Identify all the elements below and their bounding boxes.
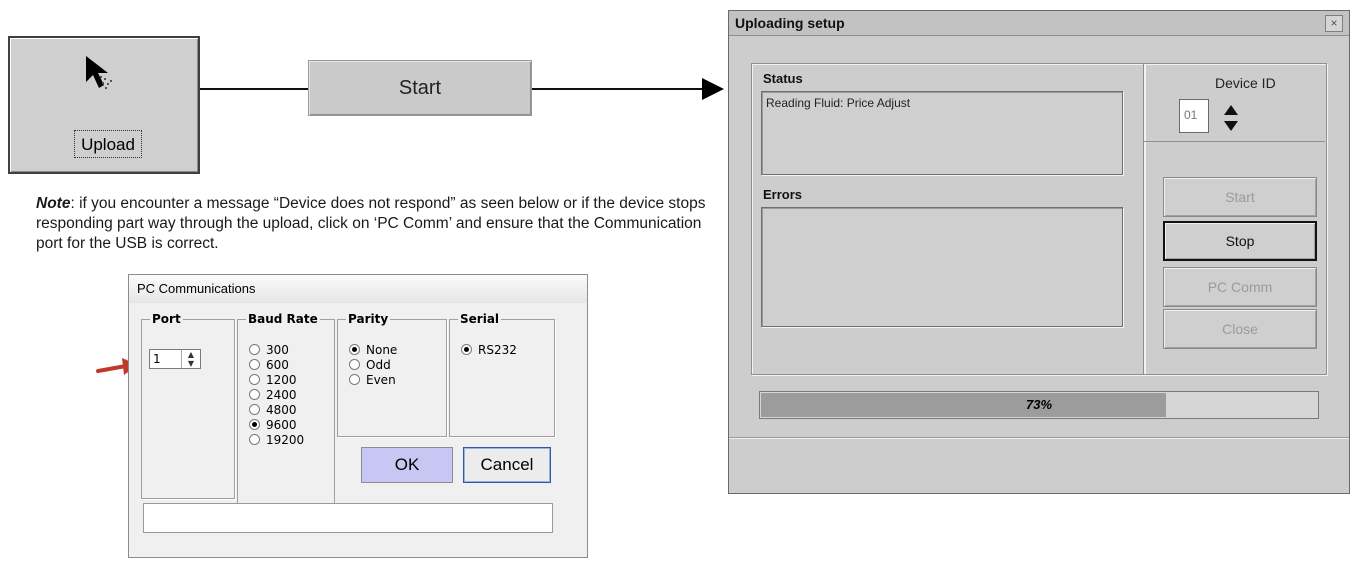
upload-start-button[interactable]: Start — [1163, 177, 1317, 217]
baud-option-300[interactable]: 300 — [249, 343, 289, 358]
ok-button[interactable]: OK — [361, 447, 453, 483]
port-group: Port — [141, 312, 235, 499]
upload-button-label: Upload — [74, 130, 142, 158]
divider — [1143, 141, 1325, 142]
radio-button[interactable] — [249, 389, 260, 400]
uploading-setup-dialog: Uploading setup × Status Reading Fluid: … — [728, 10, 1350, 494]
cursor-arrow-icon — [86, 56, 112, 89]
close-icon[interactable]: × — [1325, 15, 1343, 32]
baud-option-4800[interactable]: 4800 — [249, 403, 297, 418]
baud-option-9600[interactable]: 9600 — [249, 418, 297, 433]
radio-button[interactable] — [249, 359, 260, 370]
pc-comm-button[interactable]: PC Comm — [1163, 267, 1317, 307]
radio-button-selected[interactable] — [249, 419, 260, 430]
radio-button-selected[interactable] — [349, 344, 360, 355]
baud-option-2400[interactable]: 2400 — [249, 388, 297, 403]
parity-option-label: None — [366, 343, 398, 357]
serial-group: Serial — [449, 312, 555, 437]
status-field — [143, 503, 553, 533]
note-text: : if you encounter a message “Device doe… — [36, 195, 706, 252]
baud-option-label: 19200 — [266, 433, 305, 447]
radio-button[interactable] — [249, 344, 260, 355]
dialog-title: PC Communications — [129, 275, 587, 303]
baud-option-label: 9600 — [266, 418, 297, 432]
baud-option-label: 2400 — [266, 388, 297, 402]
status-label: Status — [763, 71, 803, 86]
baud-option-label: 600 — [266, 358, 289, 372]
bottom-divider — [729, 437, 1349, 438]
start-button[interactable]: Start — [308, 60, 532, 116]
parity-option-none[interactable]: None — [349, 343, 397, 358]
errors-box — [761, 207, 1123, 327]
pc-communications-dialog: PC Communications Port 1 ▲ ▼ Baud Rate 30… — [128, 274, 588, 558]
parity-label: Parity — [346, 312, 391, 326]
serial-option-label: RS232 — [478, 343, 517, 357]
dialog-title: Uploading setup — [729, 11, 1349, 36]
parity-option-label: Odd — [366, 358, 391, 372]
instruction-note: Note: if you encounter a message “Device… — [36, 194, 728, 254]
device-id-label: Device ID — [1215, 75, 1276, 91]
progress-label: 73% — [1025, 397, 1053, 412]
flow-connector — [200, 88, 308, 90]
status-box: Reading Fluid: Price Adjust — [761, 91, 1123, 175]
baud-option-600[interactable]: 600 — [249, 358, 289, 373]
radio-button[interactable] — [249, 434, 260, 445]
port-label: Port — [150, 312, 183, 326]
radio-button[interactable] — [349, 374, 360, 385]
stop-button[interactable]: Stop — [1163, 221, 1317, 261]
radio-button[interactable] — [349, 359, 360, 370]
radio-button[interactable] — [249, 374, 260, 385]
errors-label: Errors — [763, 187, 803, 202]
serial-option-rs232[interactable]: RS232 — [461, 343, 517, 358]
serial-label: Serial — [458, 312, 502, 326]
arrow-right-icon — [702, 78, 724, 100]
baud-option-label: 300 — [266, 343, 289, 357]
upload-progress-bar: 73% — [759, 391, 1319, 419]
close-button[interactable]: Close — [1163, 309, 1317, 349]
baud-option-19200[interactable]: 19200 — [249, 433, 304, 448]
baud-option-label: 4800 — [266, 403, 297, 417]
parity-option-even[interactable]: Even — [349, 373, 396, 388]
cancel-button[interactable]: Cancel — [463, 447, 551, 483]
parity-option-odd[interactable]: Odd — [349, 358, 391, 373]
baud-rate-label: Baud Rate — [246, 312, 320, 326]
note-lead: Note — [36, 195, 71, 212]
device-id-input[interactable]: 01 — [1179, 99, 1209, 133]
radio-button[interactable] — [249, 404, 260, 415]
flow-connector — [532, 88, 712, 90]
status-text: Reading Fluid: Price Adjust — [766, 96, 911, 110]
port-spinner[interactable]: ▲ ▼ — [181, 350, 200, 368]
parity-option-label: Even — [366, 373, 396, 387]
upload-button[interactable]: Upload — [8, 36, 200, 174]
radio-button-selected[interactable] — [461, 344, 472, 355]
dialog-body: Port 1 ▲ ▼ Baud Rate 300 600 1200 2400 48… — [135, 307, 581, 549]
baud-option-1200[interactable]: 1200 — [249, 373, 297, 388]
device-id-spinner-icon[interactable] — [1223, 103, 1239, 133]
baud-option-label: 1200 — [266, 373, 297, 387]
